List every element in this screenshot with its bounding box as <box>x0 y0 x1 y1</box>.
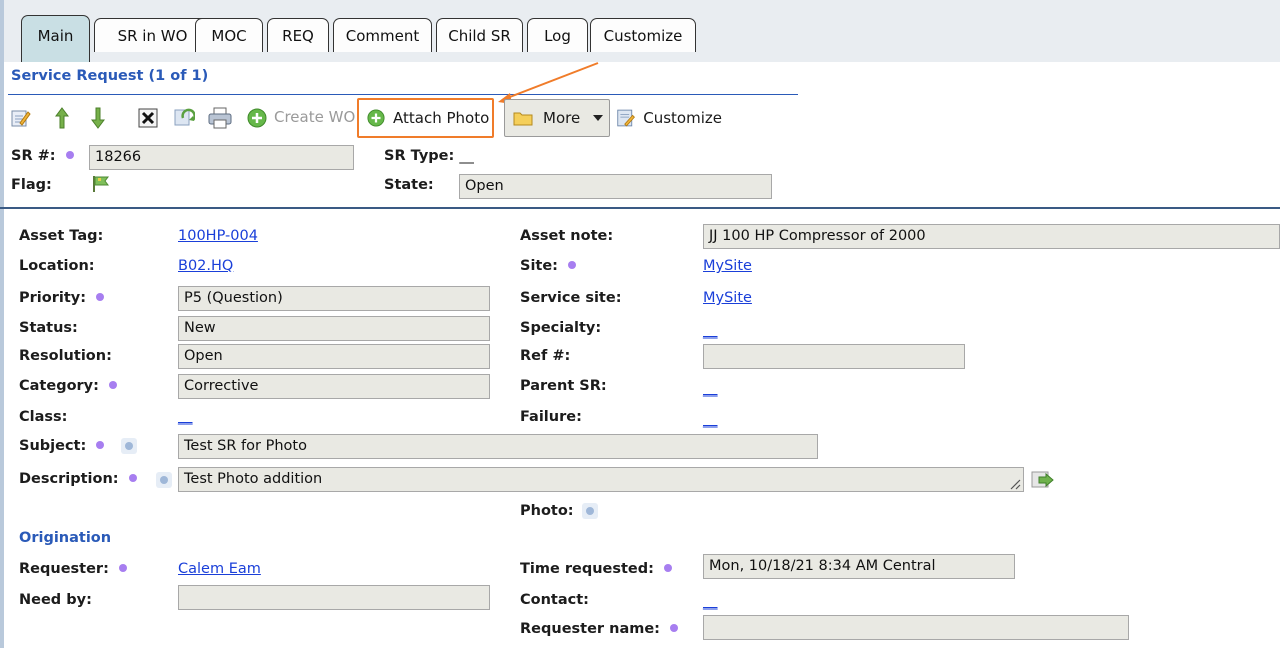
need-by-field[interactable] <box>178 585 490 610</box>
required-dot <box>669 624 678 632</box>
time-requested-field[interactable]: Mon, 10/18/21 8:34 AM Central <box>703 554 1015 579</box>
tab-sr-in-wo[interactable]: SR in WO <box>94 18 211 52</box>
arrow-down-icon[interactable] <box>88 106 108 130</box>
flag-label: Flag: <box>11 177 52 193</box>
required-dot <box>128 474 137 482</box>
customize-button[interactable]: Customize <box>614 101 722 135</box>
sr-type-value[interactable]: __ <box>459 148 474 164</box>
required-dot <box>108 381 117 389</box>
required-dot <box>96 293 105 301</box>
tab-customize[interactable]: Customize <box>590 18 696 52</box>
specialty-label: Specialty: <box>520 320 602 336</box>
tab-log[interactable]: Log <box>527 18 588 52</box>
edit-icon[interactable] <box>10 107 32 129</box>
required-dot <box>65 151 74 159</box>
asset-note-field[interactable]: JJ 100 HP Compressor of 2000 <box>703 224 1280 249</box>
tab-main[interactable]: Main <box>21 15 90 62</box>
more-label: More <box>543 109 581 127</box>
more-dropdown-button[interactable]: More <box>504 99 610 137</box>
service-site-link[interactable]: MySite <box>703 290 752 306</box>
requester-label: Requester: <box>19 561 127 577</box>
ref-number-field[interactable] <box>703 344 965 369</box>
class-link[interactable]: __ <box>178 409 193 425</box>
help-icon[interactable] <box>582 503 598 519</box>
resolution-field[interactable]: Open <box>178 344 490 369</box>
dropdown-arrow-icon <box>593 115 604 121</box>
tab-child-sr[interactable]: Child SR <box>436 18 523 52</box>
service-site-label: Service site: <box>520 290 622 306</box>
print-icon[interactable] <box>207 106 233 130</box>
create-wo-button[interactable]: Create WO <box>274 108 355 126</box>
help-icon[interactable] <box>156 472 172 488</box>
description-label: Description: <box>19 471 137 487</box>
subject-field[interactable]: Test SR for Photo <box>178 434 818 459</box>
asset-tag-label: Asset Tag: <box>19 228 104 244</box>
site-label: Site: <box>520 258 576 274</box>
arrow-up-icon[interactable] <box>52 106 72 130</box>
location-link[interactable]: B02.HQ <box>178 258 233 274</box>
requester-link[interactable]: Calem Eam <box>178 561 261 577</box>
delete-icon[interactable] <box>137 107 159 129</box>
tab-moc[interactable]: MOC <box>195 18 263 52</box>
attach-photo-button[interactable]: Attach Photo <box>357 98 494 138</box>
subject-label: Subject: <box>19 438 105 454</box>
left-edge-stripe <box>0 0 4 648</box>
parent-sr-label: Parent SR: <box>520 378 607 394</box>
contact-link[interactable]: __ <box>703 594 718 610</box>
section-title: Service Request (1 of 1) <box>11 68 209 84</box>
resolution-label: Resolution: <box>19 348 112 364</box>
add-circle-icon <box>367 109 385 127</box>
photo-label: Photo: <box>520 503 574 519</box>
status-field[interactable]: New <box>178 316 490 341</box>
time-requested-label: Time requested: <box>520 561 672 577</box>
priority-field[interactable]: P5 (Question) <box>178 286 490 311</box>
tab-req[interactable]: REQ <box>267 18 329 52</box>
failure-label: Failure: <box>520 409 582 425</box>
main-divider <box>0 207 1280 209</box>
refresh-icon[interactable] <box>172 107 196 129</box>
requester-name-label: Requester name: <box>520 621 678 637</box>
help-icon[interactable] <box>121 438 137 454</box>
required-dot <box>663 564 672 572</box>
sr-type-label: SR Type: __ <box>384 148 474 164</box>
tab-comment[interactable]: Comment <box>333 18 432 52</box>
asset-tag-link[interactable]: 100HP-004 <box>178 228 258 244</box>
description-textarea[interactable]: Test Photo addition <box>178 467 1024 492</box>
state-label: State: <box>384 177 434 193</box>
site-link[interactable]: MySite <box>703 258 752 274</box>
failure-link[interactable]: __ <box>703 412 718 428</box>
title-divider <box>8 94 798 95</box>
priority-label: Priority: <box>19 290 105 306</box>
class-label: Class: <box>19 409 68 425</box>
state-field[interactable]: Open <box>459 174 772 199</box>
location-label: Location: <box>19 258 95 274</box>
required-dot <box>96 441 105 449</box>
requester-name-field[interactable] <box>703 615 1129 640</box>
status-label: Status: <box>19 320 78 336</box>
category-field[interactable]: Corrective <box>178 374 490 399</box>
parent-sr-link[interactable]: __ <box>703 381 718 397</box>
need-by-label: Need by: <box>19 592 92 608</box>
folder-icon <box>513 112 533 126</box>
flag-icon[interactable] <box>90 174 112 194</box>
add-circle-icon <box>246 107 268 129</box>
resize-handle-icon[interactable] <box>1009 478 1021 490</box>
sr-number-label: SR #: <box>11 148 74 164</box>
customize-label: Customize <box>643 109 722 127</box>
asset-note-label: Asset note: <box>520 228 614 244</box>
origination-title: Origination <box>19 530 112 546</box>
required-dot <box>118 564 127 572</box>
ref-number-label: Ref #: <box>520 348 571 364</box>
customize-icon <box>617 109 635 127</box>
expand-editor-icon[interactable] <box>1030 469 1056 491</box>
contact-label: Contact: <box>520 592 589 608</box>
category-label: Category: <box>19 378 117 394</box>
specialty-link[interactable]: __ <box>703 323 718 339</box>
attach-photo-label: Attach Photo <box>393 109 490 127</box>
required-dot <box>567 261 576 269</box>
sr-number-field[interactable]: 18266 <box>89 145 354 170</box>
